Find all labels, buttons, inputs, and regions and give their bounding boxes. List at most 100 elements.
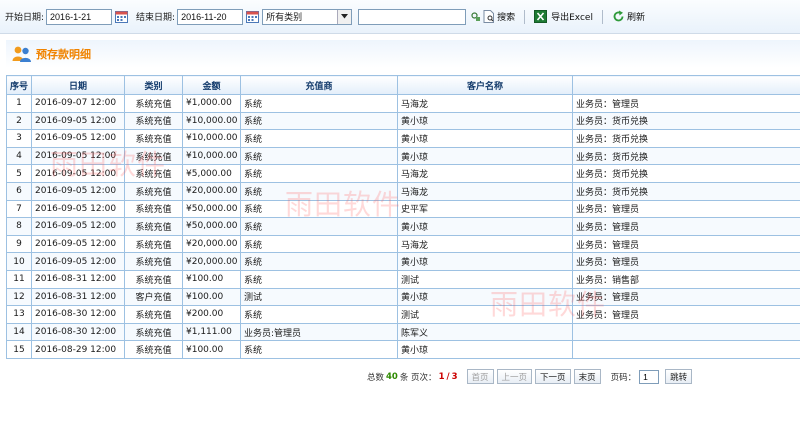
cell-amount: ¥100.00	[182, 340, 241, 359]
cell-index: 2	[6, 111, 32, 131]
cell-amount: ¥10,000.00	[182, 111, 241, 131]
table-row[interactable]: 10 2016-09-05 12:00 系统充值 ¥20,000.00 系统 黄小琼 业务员…	[6, 252, 800, 271]
cell-category: 系统充值	[124, 269, 183, 289]
page-number-input[interactable]	[639, 369, 660, 384]
cell-index: 14	[6, 322, 32, 342]
cell-recharger: 系统	[240, 199, 398, 219]
cell-date: 2016-08-30 12:00	[31, 305, 125, 324]
table-row[interactable]: 1 2016-09-07 12:00 系统充值 ¥1,000.00 系统 马海龙 业务员：管…	[6, 94, 800, 113]
search-option-icon[interactable]	[471, 12, 481, 21]
cell-category: 系统充值	[124, 305, 183, 324]
cell-index: 11	[6, 269, 32, 289]
cell-index: 1	[6, 94, 32, 113]
cell-date: 2016-09-05 12:00	[31, 111, 125, 131]
pagination: 总数 40 条 页次： 1 / 3 首页 上一页 下一页 末页 页码： 跳转	[367, 369, 693, 384]
cell-index: 5	[6, 164, 32, 183]
cell-recharger: 系统	[240, 146, 398, 166]
table-row[interactable]: 4 2016-09-05 12:00 系统充值 ¥10,000.00 系统 黄小琼 业务员：…	[6, 146, 800, 166]
column-header-date[interactable]: 日期	[31, 75, 125, 95]
next-page-button[interactable]: 下一页	[535, 369, 571, 384]
first-page-button[interactable]: 首页	[466, 369, 494, 384]
chevron-down-icon[interactable]	[337, 9, 352, 24]
column-header-extra	[572, 75, 800, 95]
table-row[interactable]: 6 2016-09-05 12:00 系统充值 ¥20,000.00 系统 马海龙 业务员：…	[6, 181, 800, 201]
cell-index: 12	[6, 287, 32, 307]
cell-date: 2016-08-30 12:00	[31, 322, 125, 342]
cell-category: 客户充值	[124, 287, 183, 307]
cell-salesperson: 业务员：货币兑换	[572, 129, 800, 148]
toolbar-divider	[601, 9, 603, 24]
table-row[interactable]: 15 2016-08-29 12:00 系统充值 ¥100.00 系统 黄小琼	[6, 340, 800, 359]
search-button[interactable]: 搜索	[483, 10, 515, 23]
cell-recharger: 系统	[240, 111, 398, 131]
cell-recharger: 系统	[240, 269, 398, 289]
table-row[interactable]: 14 2016-08-30 12:00 系统充值 ¥1,111.00 业务员:管理员 陈军…	[6, 322, 800, 342]
cell-amount: ¥20,000.00	[182, 234, 241, 254]
page-title: 预存款明细	[36, 48, 91, 61]
cell-amount: ¥50,000.00	[182, 199, 241, 219]
cell-amount: ¥20,000.00	[182, 181, 241, 201]
start-date-input[interactable]	[46, 8, 113, 25]
column-header-amount[interactable]: 金额	[182, 75, 241, 95]
cell-customer: 马海龙	[397, 94, 573, 113]
table-row[interactable]: 12 2016-08-31 12:00 客户充值 ¥100.00 测试 黄小琼 业务员：管理…	[6, 287, 800, 307]
last-page-button[interactable]: 末页	[573, 369, 601, 384]
cell-category: 系统充值	[124, 340, 183, 359]
cell-index: 7	[6, 199, 32, 219]
table-row[interactable]: 9 2016-09-05 12:00 系统充值 ¥20,000.00 系统 马海龙 业务员：…	[6, 234, 800, 254]
cell-salesperson: 业务员：管理员	[572, 287, 800, 307]
cell-amount: ¥10,000.00	[182, 146, 241, 166]
column-header-category[interactable]: 类别	[124, 75, 183, 95]
cell-date: 2016-09-05 12:00	[31, 129, 125, 148]
cell-date: 2016-09-05 12:00	[31, 146, 125, 166]
prev-page-button[interactable]: 上一页	[496, 369, 533, 384]
cell-recharger: 系统	[240, 340, 398, 359]
cell-date: 2016-09-05 12:00	[31, 164, 125, 183]
cell-category: 系统充值	[124, 164, 183, 183]
column-header-customer[interactable]: 客户名称	[397, 75, 573, 95]
table-row[interactable]: 13 2016-08-30 12:00 系统充值 ¥200.00 系统 测试 业务员：管理员	[6, 305, 800, 324]
export-excel-button[interactable]: 导出Excel	[534, 10, 593, 23]
cell-recharger: 系统	[240, 217, 398, 236]
table-row[interactable]: 7 2016-09-05 12:00 系统充值 ¥50,000.00 系统 史平军 业务员：…	[6, 199, 800, 219]
table-row[interactable]: 11 2016-08-31 12:00 系统充值 ¥100.00 系统 测试 业务员：销售部	[6, 269, 800, 289]
category-select[interactable]: 所有类别	[262, 8, 353, 25]
cell-recharger: 系统	[240, 129, 398, 148]
cell-recharger: 系统	[240, 252, 398, 271]
cell-date: 2016-09-05 12:00	[31, 199, 125, 219]
cell-salesperson: 业务员：货币兑换	[572, 146, 800, 166]
cell-salesperson: 业务员：管理员	[572, 217, 800, 236]
calendar-icon[interactable]	[246, 10, 260, 23]
cell-date: 2016-08-29 12:00	[31, 340, 125, 359]
search-input[interactable]	[358, 8, 467, 25]
column-header-index[interactable]: 序号	[6, 75, 32, 95]
go-button[interactable]: 跳转	[665, 369, 693, 384]
cell-category: 系统充值	[124, 111, 183, 131]
table-row[interactable]: 8 2016-09-05 12:00 系统充值 ¥50,000.00 系统 黄小琼 业务员：…	[6, 217, 800, 236]
table-row[interactable]: 3 2016-09-05 12:00 系统充值 ¥10,000.00 系统 黄小琼 业务员：…	[6, 129, 800, 148]
refresh-button[interactable]: 刷新	[612, 10, 645, 23]
cell-index: 9	[6, 234, 32, 254]
table-row[interactable]: 2 2016-09-05 12:00 系统充值 ¥10,000.00 系统 黄小琼 业务员：…	[6, 111, 800, 131]
cell-salesperson: 业务员：管理员	[572, 94, 800, 113]
cell-recharger: 系统	[240, 305, 398, 324]
cell-date: 2016-08-31 12:00	[31, 287, 125, 307]
table-header-row: 序号 日期 类别 金额 充值商 客户名称	[6, 75, 800, 95]
total-suffix: 条 页次：	[399, 372, 437, 383]
table-row[interactable]: 5 2016-09-05 12:00 系统充值 ¥5,000.00 系统 马海龙 业务员：货…	[6, 164, 800, 183]
cell-category: 系统充值	[124, 146, 183, 166]
total-count: 40	[386, 371, 398, 382]
cell-recharger: 系统	[240, 94, 398, 113]
cell-index: 10	[6, 252, 32, 271]
calendar-icon[interactable]	[115, 10, 129, 23]
cell-date: 2016-09-05 12:00	[31, 181, 125, 201]
cell-customer: 马海龙	[397, 234, 573, 254]
cell-customer: 黄小琼	[397, 129, 573, 148]
cell-date: 2016-09-05 12:00	[31, 252, 125, 271]
cell-category: 系统充值	[124, 252, 183, 271]
cell-index: 3	[6, 129, 32, 148]
cell-salesperson	[572, 322, 800, 342]
column-header-recharger[interactable]: 充值商	[240, 75, 398, 95]
cell-category: 系统充值	[124, 94, 183, 113]
end-date-input[interactable]	[177, 8, 244, 25]
